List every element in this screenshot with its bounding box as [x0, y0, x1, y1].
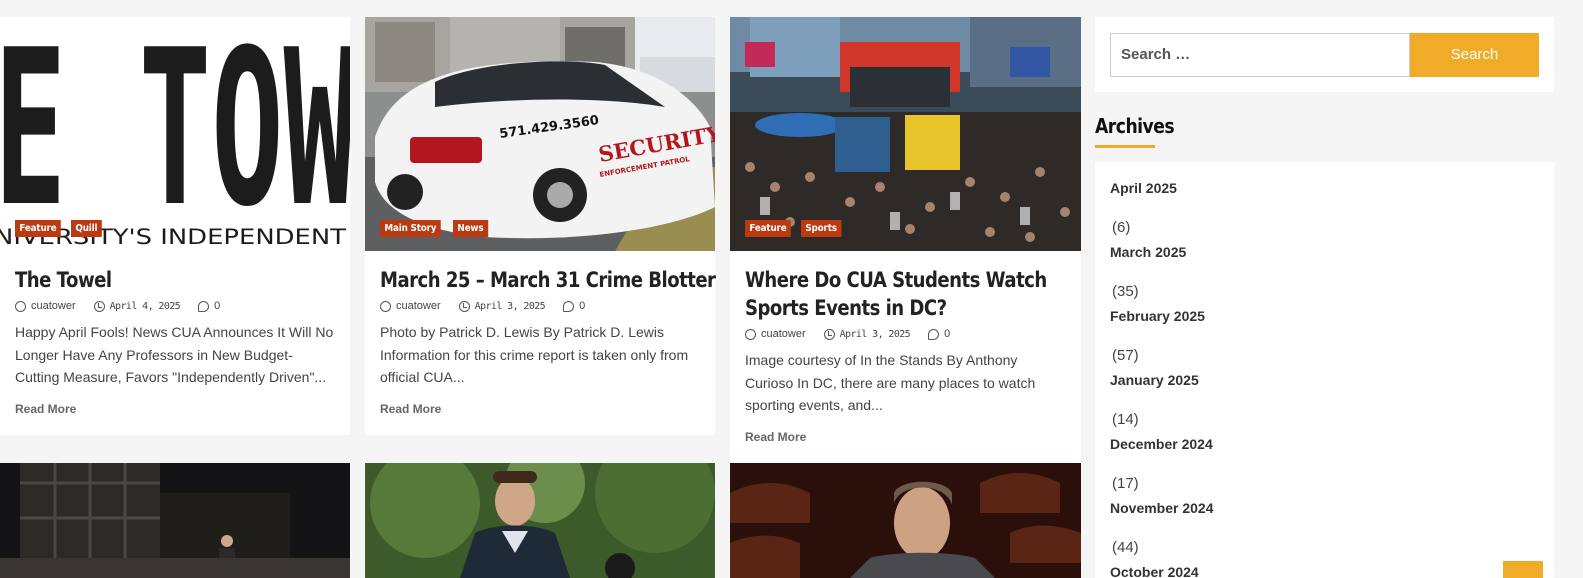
theater-stage-image[interactable]: [0, 463, 350, 578]
read-more-link[interactable]: Read More: [15, 402, 76, 416]
post-date[interactable]: April 4, 2025: [110, 301, 181, 312]
post-date[interactable]: April 3, 2025: [840, 329, 911, 340]
post-title[interactable]: March 25 – March 31 Crime Blotter: [380, 266, 716, 294]
archives-title: Archives: [1095, 114, 1175, 138]
post-author[interactable]: cuatower: [31, 300, 76, 312]
post-title[interactable]: The Towel: [15, 266, 291, 294]
category-tags: Feature Sports: [745, 220, 847, 237]
search-input[interactable]: Search …: [1110, 33, 1410, 77]
post-thumbnail[interactable]: 571.429.3560 SECURITY ENFORCEMENT PATROL: [365, 17, 715, 251]
archive-month-link[interactable]: January 2025: [1110, 372, 1199, 388]
archive-month-link[interactable]: February 2025: [1110, 308, 1205, 324]
crowd-event-image: [730, 17, 1081, 251]
archive-count: (6): [1112, 219, 1131, 236]
archive-count: (35): [1112, 283, 1139, 300]
comment-count[interactable]: 0: [579, 300, 585, 312]
clock-icon: [93, 300, 105, 312]
post-card: Feature Sports Where Do CUA Students Wat…: [730, 17, 1081, 463]
archive-count: (44): [1112, 539, 1139, 556]
category-tag[interactable]: News: [453, 220, 488, 237]
search-button[interactable]: Search: [1410, 33, 1539, 77]
archive-month-link[interactable]: April 2025: [1110, 180, 1177, 196]
category-tag[interactable]: Main Story: [380, 220, 441, 237]
read-more-link[interactable]: Read More: [380, 402, 441, 416]
post-thumbnail[interactable]: E TOW NIVERSITY'S INDEPENDENT: [0, 17, 350, 251]
post-author[interactable]: cuatower: [761, 328, 806, 340]
post-meta: cuatower April 3, 2025 0: [745, 328, 950, 340]
category-tag[interactable]: Quill: [71, 220, 102, 237]
archive-count: (14): [1112, 411, 1139, 428]
archive-month-link[interactable]: December 2024: [1110, 436, 1213, 452]
post-card: [0, 463, 350, 578]
archive-count: (57): [1112, 347, 1139, 364]
search-widget: Search … Search: [1095, 17, 1554, 92]
post-meta: cuatower April 4, 2025 0: [15, 300, 220, 312]
archives-widget: April 2025 (6) March 2025 (35) February …: [1095, 162, 1554, 578]
archive-count: (17): [1112, 475, 1139, 492]
comment-count[interactable]: 0: [944, 328, 950, 340]
category-tag[interactable]: Sports: [801, 220, 842, 237]
author-icon: [745, 328, 756, 340]
post-card: [365, 463, 715, 578]
comment-icon: [928, 328, 940, 340]
post-author[interactable]: cuatower: [396, 300, 441, 312]
comment-icon: [563, 300, 575, 312]
post-meta: cuatower April 3, 2025 0: [380, 300, 585, 312]
archive-month-link[interactable]: November 2024: [1110, 500, 1214, 516]
post-date[interactable]: April 3, 2025: [475, 301, 546, 312]
category-tag[interactable]: Feature: [15, 220, 61, 237]
category-tag[interactable]: Feature: [745, 220, 791, 237]
category-tags: Main Story News: [380, 220, 493, 237]
author-icon: [15, 300, 26, 312]
security-car-image: 571.429.3560 SECURITY ENFORCEMENT PATROL: [365, 17, 715, 251]
comment-icon: [198, 300, 210, 312]
post-card: 571.429.3560 SECURITY ENFORCEMENT PATROL…: [365, 17, 716, 435]
archive-month-link[interactable]: October 2024: [1110, 564, 1199, 578]
clock-icon: [823, 328, 835, 340]
comment-count[interactable]: 0: [214, 300, 220, 312]
theater-seats-man-image[interactable]: [730, 463, 1081, 578]
post-excerpt: Image courtesy of In the Stands By Antho…: [745, 352, 1036, 413]
category-tags: Feature Quill: [15, 220, 106, 237]
forest-man-image[interactable]: [365, 463, 715, 578]
read-more-link[interactable]: Read More: [745, 430, 806, 444]
author-icon: [380, 300, 391, 312]
post-title[interactable]: Where Do CUA Students Watch Sports Event…: [745, 266, 1089, 322]
post-card: [730, 463, 1081, 578]
clock-icon: [458, 300, 470, 312]
logo-text-top: E TOW: [0, 17, 350, 251]
towel-logo-image: E TOW NIVERSITY'S INDEPENDENT: [0, 17, 350, 251]
post-excerpt: Photo by Patrick D. Lewis By Patrick D. …: [380, 324, 689, 385]
post-thumbnail[interactable]: [730, 17, 1081, 251]
scroll-to-top-button[interactable]: [1503, 561, 1543, 578]
post-card: E TOW NIVERSITY'S INDEPENDENT Feature Qu…: [0, 17, 350, 435]
post-excerpt: Happy April Fools! News CUA Announces It…: [15, 324, 334, 385]
archive-month-link[interactable]: March 2025: [1110, 244, 1186, 260]
title-underline: [1095, 145, 1155, 148]
